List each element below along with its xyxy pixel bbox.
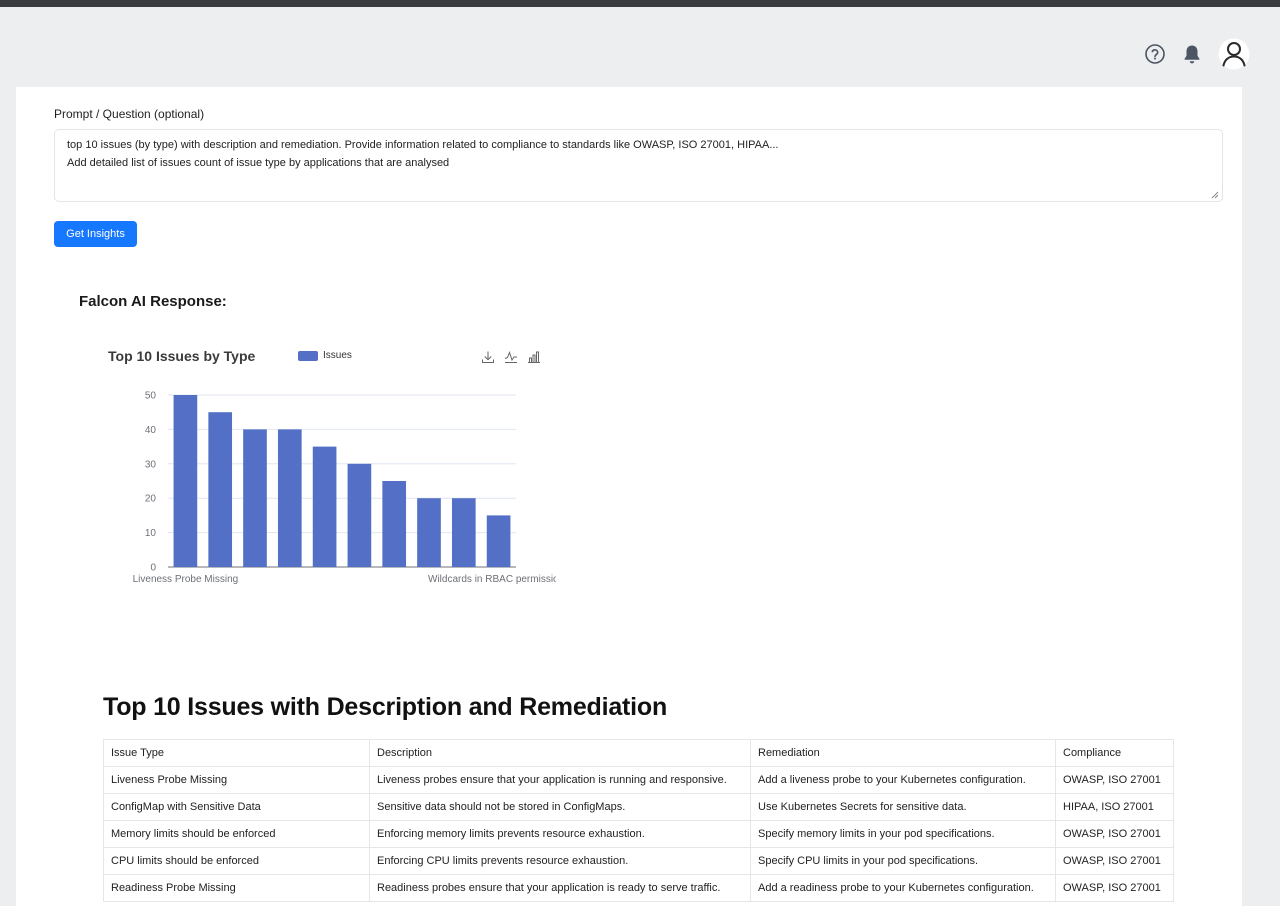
- y-tick-label: 40: [145, 425, 157, 436]
- chart-bar: [208, 412, 233, 567]
- get-insights-button[interactable]: Get Insights: [54, 221, 137, 247]
- user-icon[interactable]: [1218, 38, 1250, 70]
- table-header: Compliance: [1055, 739, 1174, 767]
- table-header: Description: [369, 739, 751, 767]
- table-row: Memory limits should be enforced Enforci…: [103, 820, 1174, 848]
- table-cell: Enforcing CPU limits prevents resource e…: [369, 847, 751, 875]
- chart-bar: [243, 429, 267, 567]
- chart-bar: [347, 463, 372, 567]
- chart-toolbox: [480, 349, 541, 364]
- chart-bar: [277, 429, 302, 567]
- table-cell: CPU limits should be enforced: [103, 847, 370, 875]
- table-cell: OWASP, ISO 27001: [1055, 847, 1174, 875]
- y-tick-label: 20: [145, 494, 157, 505]
- table-cell: OWASP, ISO 27001: [1055, 874, 1174, 902]
- x-tick-label: Liveness Probe Missing: [133, 574, 239, 585]
- x-tick-label: Wildcards in RBAC permissions: [428, 574, 556, 585]
- table-cell: ConfigMap with Sensitive Data: [103, 793, 370, 821]
- chart-title: Top 10 Issues by Type: [108, 348, 256, 364]
- download-icon[interactable]: [480, 349, 495, 364]
- chart-bar: [451, 498, 476, 567]
- table-cell: Enforcing memory limits prevents resourc…: [369, 820, 751, 848]
- table-cell: Readiness Probe Missing: [103, 874, 370, 902]
- chart-bar: [486, 515, 511, 567]
- table-cell: Liveness probes ensure that your applica…: [369, 766, 751, 794]
- y-tick-label: 10: [145, 528, 157, 539]
- table-cell: Specify CPU limits in your pod specifica…: [750, 847, 1056, 875]
- chart-bar: [173, 395, 198, 567]
- chart-bar: [382, 481, 407, 567]
- chart-legend[interactable]: Issues: [298, 350, 352, 361]
- issues-table: Issue Type Description Remediation Compl…: [103, 739, 1174, 902]
- bar-chart-icon[interactable]: [526, 349, 541, 364]
- table-cell: Specify memory limits in your pod specif…: [750, 820, 1056, 848]
- y-tick-label: 0: [150, 563, 156, 574]
- table-cell: Liveness Probe Missing: [103, 766, 370, 794]
- y-tick-label: 50: [145, 391, 157, 402]
- section-title: Top 10 Issues with Description and Remed…: [103, 693, 668, 721]
- line-chart-icon[interactable]: [503, 349, 518, 364]
- table-header-row: Issue Type Description Remediation Compl…: [103, 739, 1174, 767]
- table-row: Readiness Probe Missing Readiness probes…: [103, 874, 1174, 902]
- help-icon[interactable]: [1144, 43, 1166, 65]
- legend-label: Issues: [323, 350, 352, 361]
- response-title: Falcon AI Response:: [79, 293, 227, 310]
- table-cell: Memory limits should be enforced: [103, 820, 370, 848]
- table-cell: Sensitive data should not be stored in C…: [369, 793, 751, 821]
- prompt-label: Prompt / Question (optional): [54, 107, 205, 121]
- prompt-line: Add detailed list of issues count of iss…: [67, 157, 450, 169]
- y-tick-label: 30: [145, 459, 157, 470]
- table-header: Remediation: [750, 739, 1056, 767]
- chart-bar: [417, 498, 441, 567]
- header-actions: [1144, 38, 1250, 70]
- table-cell: OWASP, ISO 27001: [1055, 766, 1174, 794]
- legend-swatch: [298, 350, 318, 361]
- prompt-textarea[interactable]: top 10 issues (by type) with description…: [54, 129, 1223, 202]
- chart-bar: [312, 446, 337, 567]
- table-cell: Use Kubernetes Secrets for sensitive dat…: [750, 793, 1056, 821]
- resize-grip-icon[interactable]: [1211, 191, 1219, 199]
- table-row: Liveness Probe Missing Liveness probes e…: [103, 766, 1174, 794]
- table-cell: Add a readiness probe to your Kubernetes…: [750, 874, 1056, 902]
- table-cell: Add a liveness probe to your Kubernetes …: [750, 766, 1056, 794]
- table-cell: HIPAA, ISO 27001: [1055, 793, 1174, 821]
- table-header: Issue Type: [103, 739, 370, 767]
- chart-canvas: 0 10 20 30 40 50 Liveness Probe Missing Wildcar…: [133, 391, 556, 586]
- table-row: ConfigMap with Sensitive Data Sensitive …: [103, 793, 1174, 821]
- bell-icon[interactable]: [1182, 43, 1202, 65]
- table-cell: Readiness probes ensure that your applic…: [369, 874, 751, 902]
- table-cell: OWASP, ISO 27001: [1055, 820, 1174, 848]
- table-row: CPU limits should be enforced Enforcing …: [103, 847, 1174, 875]
- prompt-line: top 10 issues (by type) with description…: [67, 139, 779, 151]
- window-top-bar: [0, 0, 1280, 7]
- insights-card: Prompt / Question (optional) top 10 issu…: [16, 87, 1242, 906]
- issues-bar-chart: 0 10 20 30 40 50 Liveness Probe Missing Wildcar…: [96, 337, 556, 597]
